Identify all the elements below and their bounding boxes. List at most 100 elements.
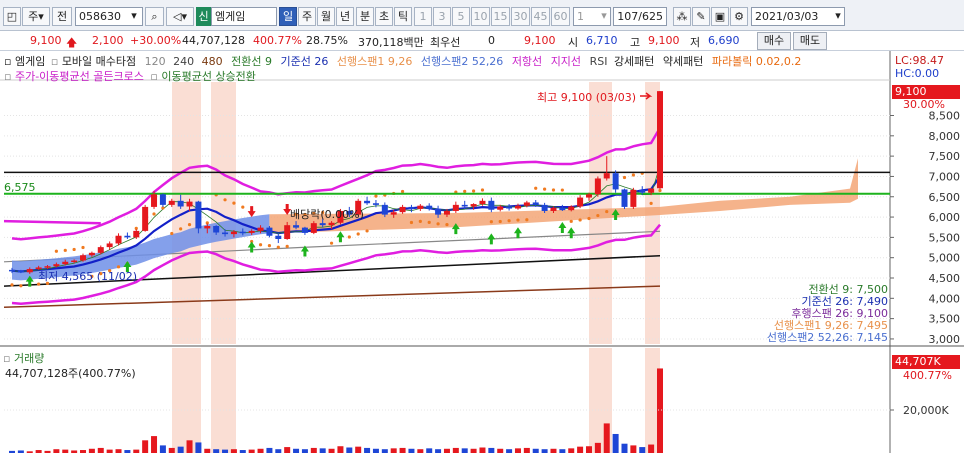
candle bbox=[621, 189, 628, 207]
parabolic-dot bbox=[463, 189, 467, 193]
volume-bar bbox=[168, 447, 175, 453]
parabolic-dot bbox=[649, 201, 653, 206]
volume-bar bbox=[248, 449, 255, 453]
volume-bar bbox=[559, 449, 566, 453]
volume-bar bbox=[435, 449, 442, 453]
volume-title: ▫ 거래량 bbox=[3, 350, 44, 366]
candle bbox=[53, 264, 60, 267]
y-tick-label: 8,000 bbox=[929, 130, 961, 143]
candle bbox=[106, 243, 113, 248]
candle bbox=[399, 206, 406, 213]
legend-stock: 엠게임 bbox=[14, 55, 46, 68]
legend-box-icon: ▫ bbox=[4, 55, 12, 68]
y-tick-label: 7,500 bbox=[929, 150, 961, 163]
parabolic-dot bbox=[551, 188, 556, 192]
volume-pct-tag: 400.77% bbox=[903, 369, 952, 382]
legend-row-1: ▫ 엠게임 ▫ 모바일 매수타점 120 240 480 전환선 9 기준선 2… bbox=[4, 53, 801, 69]
parabolic-dot bbox=[347, 235, 351, 239]
volume-bar bbox=[612, 433, 619, 453]
candle bbox=[195, 201, 202, 229]
parabolic-dot bbox=[72, 247, 76, 252]
y-tick-label: 3,500 bbox=[929, 313, 961, 326]
candle bbox=[541, 204, 548, 211]
parabolic-dot bbox=[534, 186, 538, 190]
volume-bar bbox=[523, 447, 530, 453]
volume-bar bbox=[186, 440, 193, 453]
y-tick-label: 6,500 bbox=[929, 191, 961, 204]
volume-bar bbox=[346, 447, 353, 453]
ex-dividend-label: 배당락(0.00%) bbox=[290, 208, 364, 221]
volume-bar bbox=[266, 447, 273, 453]
volume-bar bbox=[497, 448, 504, 453]
legend-support: 지지선 bbox=[550, 55, 582, 68]
volume-axis-label: 20,000K bbox=[903, 404, 949, 417]
legend-box-icon: ▫ bbox=[150, 70, 158, 83]
legend-span1: 선행스팬1 9,26 bbox=[336, 55, 413, 68]
ichimoku-value-4: 선행스팬2 52,26: 7,145 bbox=[766, 331, 888, 344]
candle bbox=[648, 188, 655, 193]
candle bbox=[594, 178, 601, 195]
volume-bar bbox=[142, 440, 149, 453]
parabolic-dot bbox=[329, 241, 334, 245]
volume-bar bbox=[594, 442, 601, 453]
volume-bar bbox=[577, 446, 584, 453]
volume-bar bbox=[159, 445, 166, 453]
volume-bar bbox=[514, 448, 521, 453]
candle bbox=[577, 197, 584, 207]
lc-value: LC:98.47 bbox=[895, 54, 945, 67]
candle bbox=[293, 225, 300, 228]
legend-parabolic: 파라볼릭 0.02,0.2 bbox=[711, 55, 802, 68]
horizontal-line-value: 6,575 bbox=[4, 181, 36, 194]
parabolic-dot bbox=[365, 229, 369, 233]
volume-bar bbox=[506, 449, 513, 453]
volume-bar bbox=[328, 448, 335, 453]
candle bbox=[88, 252, 95, 256]
legend-bull: 강세패턴 bbox=[613, 55, 655, 68]
candle bbox=[151, 194, 158, 207]
volume-bar bbox=[337, 446, 344, 453]
candle bbox=[133, 230, 140, 238]
candle bbox=[461, 204, 468, 207]
candle bbox=[390, 212, 397, 215]
volume-bar bbox=[151, 436, 158, 453]
candle bbox=[568, 206, 575, 211]
volume-bar bbox=[568, 448, 575, 453]
volume-summary: 44,707,128주(400.77%) bbox=[5, 367, 136, 380]
parabolic-dot bbox=[489, 220, 493, 224]
candle bbox=[62, 261, 69, 265]
candle bbox=[319, 223, 326, 226]
volume-bar bbox=[381, 449, 388, 453]
volume-bar bbox=[470, 448, 477, 453]
candle bbox=[443, 210, 450, 215]
candle bbox=[435, 208, 442, 215]
legend-ma240: 240 bbox=[173, 55, 195, 68]
parabolic-dot bbox=[400, 189, 405, 194]
volume-highlight-band bbox=[211, 348, 236, 453]
volume-bar bbox=[541, 449, 548, 453]
volume-bar bbox=[550, 448, 557, 453]
candle bbox=[364, 200, 371, 204]
volume-bar bbox=[648, 444, 655, 453]
hc-value: HC:0.00 bbox=[895, 67, 940, 80]
volume-bar bbox=[408, 448, 415, 453]
volume-bar bbox=[364, 447, 371, 453]
volume-bar bbox=[639, 447, 646, 453]
volume-bar bbox=[301, 449, 308, 453]
parabolic-dot bbox=[569, 219, 573, 223]
volume-bar bbox=[417, 449, 424, 453]
volume-bar bbox=[284, 447, 291, 453]
volume-bar bbox=[657, 368, 663, 453]
volume-bar bbox=[621, 443, 628, 453]
current-price-tag: 9,100 bbox=[892, 85, 960, 99]
candle bbox=[426, 205, 433, 209]
candle bbox=[186, 201, 193, 207]
candle bbox=[657, 91, 663, 189]
parabolic-dot bbox=[498, 219, 502, 224]
parabolic-dot bbox=[63, 248, 67, 252]
volume-bar bbox=[452, 447, 459, 453]
volume-highlight-band bbox=[172, 348, 201, 453]
legend-row-2: ▫ 주가-이동평균선 골든크로스 ▫ 이동평균선 상승전환 bbox=[4, 68, 256, 84]
candle bbox=[585, 194, 592, 198]
candle bbox=[310, 223, 317, 233]
y-tick-label: 6,000 bbox=[929, 211, 961, 224]
